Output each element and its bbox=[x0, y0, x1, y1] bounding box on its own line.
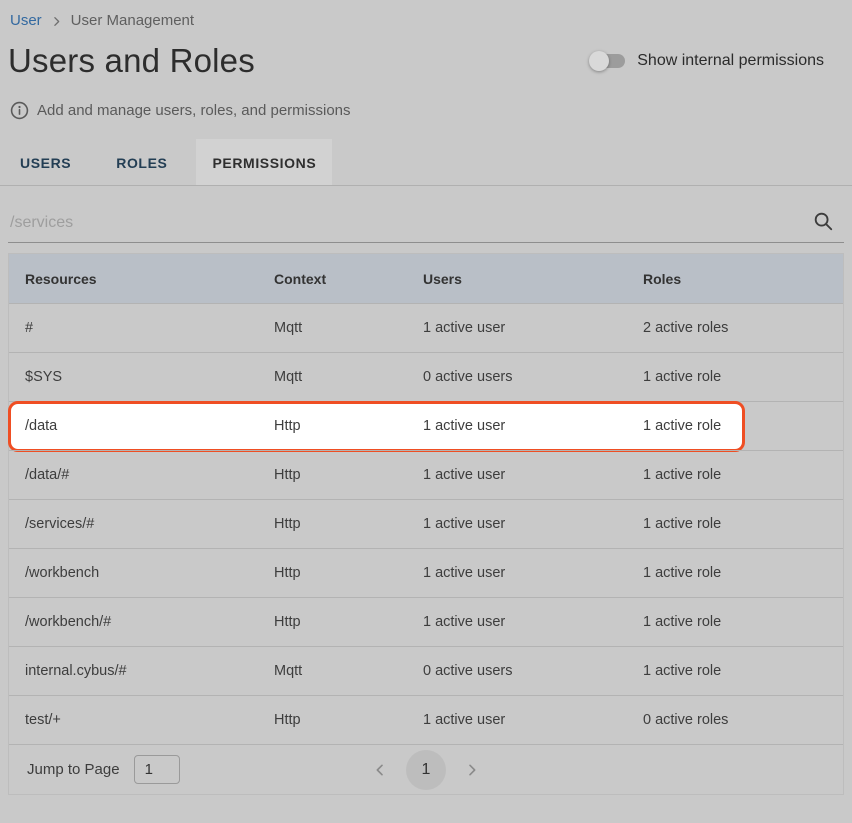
cell-resource: test/+ bbox=[25, 712, 274, 728]
search-bar bbox=[8, 186, 844, 243]
cell-resource: /workbench bbox=[25, 565, 274, 581]
toggle-group: Show internal permissions bbox=[589, 51, 824, 71]
cell-users: 1 active user bbox=[423, 516, 643, 532]
cell-users: 1 active user bbox=[423, 320, 643, 336]
next-page-button[interactable] bbox=[460, 758, 484, 782]
cell-resource: /data bbox=[25, 418, 274, 434]
permissions-table: Resources Context Users Roles # Mqtt 1 a… bbox=[8, 253, 844, 795]
cell-context: Http bbox=[274, 565, 423, 581]
breadcrumb-current: User Management bbox=[71, 12, 194, 29]
cell-context: Http bbox=[274, 418, 423, 434]
table-row[interactable]: internal.cybus/# Mqtt 0 active users 1 a… bbox=[9, 646, 843, 695]
cell-users: 1 active user bbox=[423, 418, 643, 434]
table-row[interactable]: test/+ Http 1 active user 0 active roles bbox=[9, 695, 843, 744]
cell-roles: 1 active role bbox=[643, 614, 843, 630]
breadcrumb-link-user[interactable]: User bbox=[10, 12, 42, 29]
toggle-label: Show internal permissions bbox=[637, 52, 824, 70]
table-row[interactable]: /services/# Http 1 active user 1 active … bbox=[9, 499, 843, 548]
search-input[interactable] bbox=[10, 214, 812, 232]
cell-roles: 1 active role bbox=[643, 369, 843, 385]
tab-bar: USERS ROLES PERMISSIONS bbox=[0, 139, 852, 186]
cell-users: 0 active users bbox=[423, 369, 643, 385]
cell-context: Mqtt bbox=[274, 663, 423, 679]
cell-resource: /data/# bbox=[25, 467, 274, 483]
title-row: Users and Roles Show internal permission… bbox=[0, 29, 852, 80]
pagination-bar: Jump to Page 1 bbox=[9, 744, 843, 794]
jump-to-page-label: Jump to Page bbox=[27, 761, 120, 778]
page-description-row: Add and manage users, roles, and permiss… bbox=[0, 80, 852, 120]
table-row[interactable]: $SYS Mqtt 0 active users 1 active role bbox=[9, 352, 843, 401]
table-header: Resources Context Users Roles bbox=[9, 254, 843, 303]
jump-to-page-input[interactable] bbox=[134, 755, 180, 784]
search-icon[interactable] bbox=[812, 210, 834, 232]
show-internal-permissions-toggle[interactable] bbox=[589, 51, 625, 71]
cell-roles: 0 active roles bbox=[643, 712, 843, 728]
cell-users: 1 active user bbox=[423, 467, 643, 483]
table-row[interactable]: # Mqtt 1 active user 2 active roles bbox=[9, 303, 843, 352]
page-title: Users and Roles bbox=[8, 42, 255, 80]
chevron-right-icon bbox=[50, 15, 63, 28]
cell-users: 1 active user bbox=[423, 614, 643, 630]
toggle-thumb bbox=[589, 51, 609, 71]
cell-roles: 1 active role bbox=[643, 516, 843, 532]
cell-users: 1 active user bbox=[423, 565, 643, 581]
table-row-highlighted[interactable]: /data Http 1 active user 1 active role bbox=[9, 401, 843, 450]
cell-roles: 1 active role bbox=[643, 418, 843, 434]
cell-context: Http bbox=[274, 614, 423, 630]
column-header-users: Users bbox=[423, 271, 643, 287]
tab-roles[interactable]: ROLES bbox=[100, 139, 183, 185]
cell-roles: 2 active roles bbox=[643, 320, 843, 336]
cell-roles: 1 active role bbox=[643, 467, 843, 483]
cell-context: Http bbox=[274, 516, 423, 532]
cell-context: Mqtt bbox=[274, 369, 423, 385]
tab-permissions[interactable]: PERMISSIONS bbox=[196, 139, 332, 185]
cell-resource: $SYS bbox=[25, 369, 274, 385]
cell-roles: 1 active role bbox=[643, 565, 843, 581]
table-row[interactable]: /data/# Http 1 active user 1 active role bbox=[9, 450, 843, 499]
cell-resource: internal.cybus/# bbox=[25, 663, 274, 679]
cell-resource: # bbox=[25, 320, 274, 336]
table-row[interactable]: /workbench Http 1 active user 1 active r… bbox=[9, 548, 843, 597]
cell-resource: /services/# bbox=[25, 516, 274, 532]
cell-users: 1 active user bbox=[423, 712, 643, 728]
cell-resource: /workbench/# bbox=[25, 614, 274, 630]
column-header-roles: Roles bbox=[643, 271, 843, 287]
current-page-button[interactable]: 1 bbox=[406, 750, 446, 790]
cell-context: Http bbox=[274, 467, 423, 483]
column-header-resources: Resources bbox=[25, 271, 274, 287]
info-icon bbox=[10, 101, 29, 120]
cell-context: Mqtt bbox=[274, 320, 423, 336]
breadcrumb: User User Management bbox=[0, 0, 852, 29]
previous-page-button[interactable] bbox=[368, 758, 392, 782]
table-row[interactable]: /workbench/# Http 1 active user 1 active… bbox=[9, 597, 843, 646]
cell-roles: 1 active role bbox=[643, 663, 843, 679]
cell-users: 0 active users bbox=[423, 663, 643, 679]
page-description: Add and manage users, roles, and permiss… bbox=[37, 102, 351, 119]
pager: 1 bbox=[368, 750, 484, 790]
tab-users[interactable]: USERS bbox=[4, 139, 87, 185]
cell-context: Http bbox=[274, 712, 423, 728]
column-header-context: Context bbox=[274, 271, 423, 287]
